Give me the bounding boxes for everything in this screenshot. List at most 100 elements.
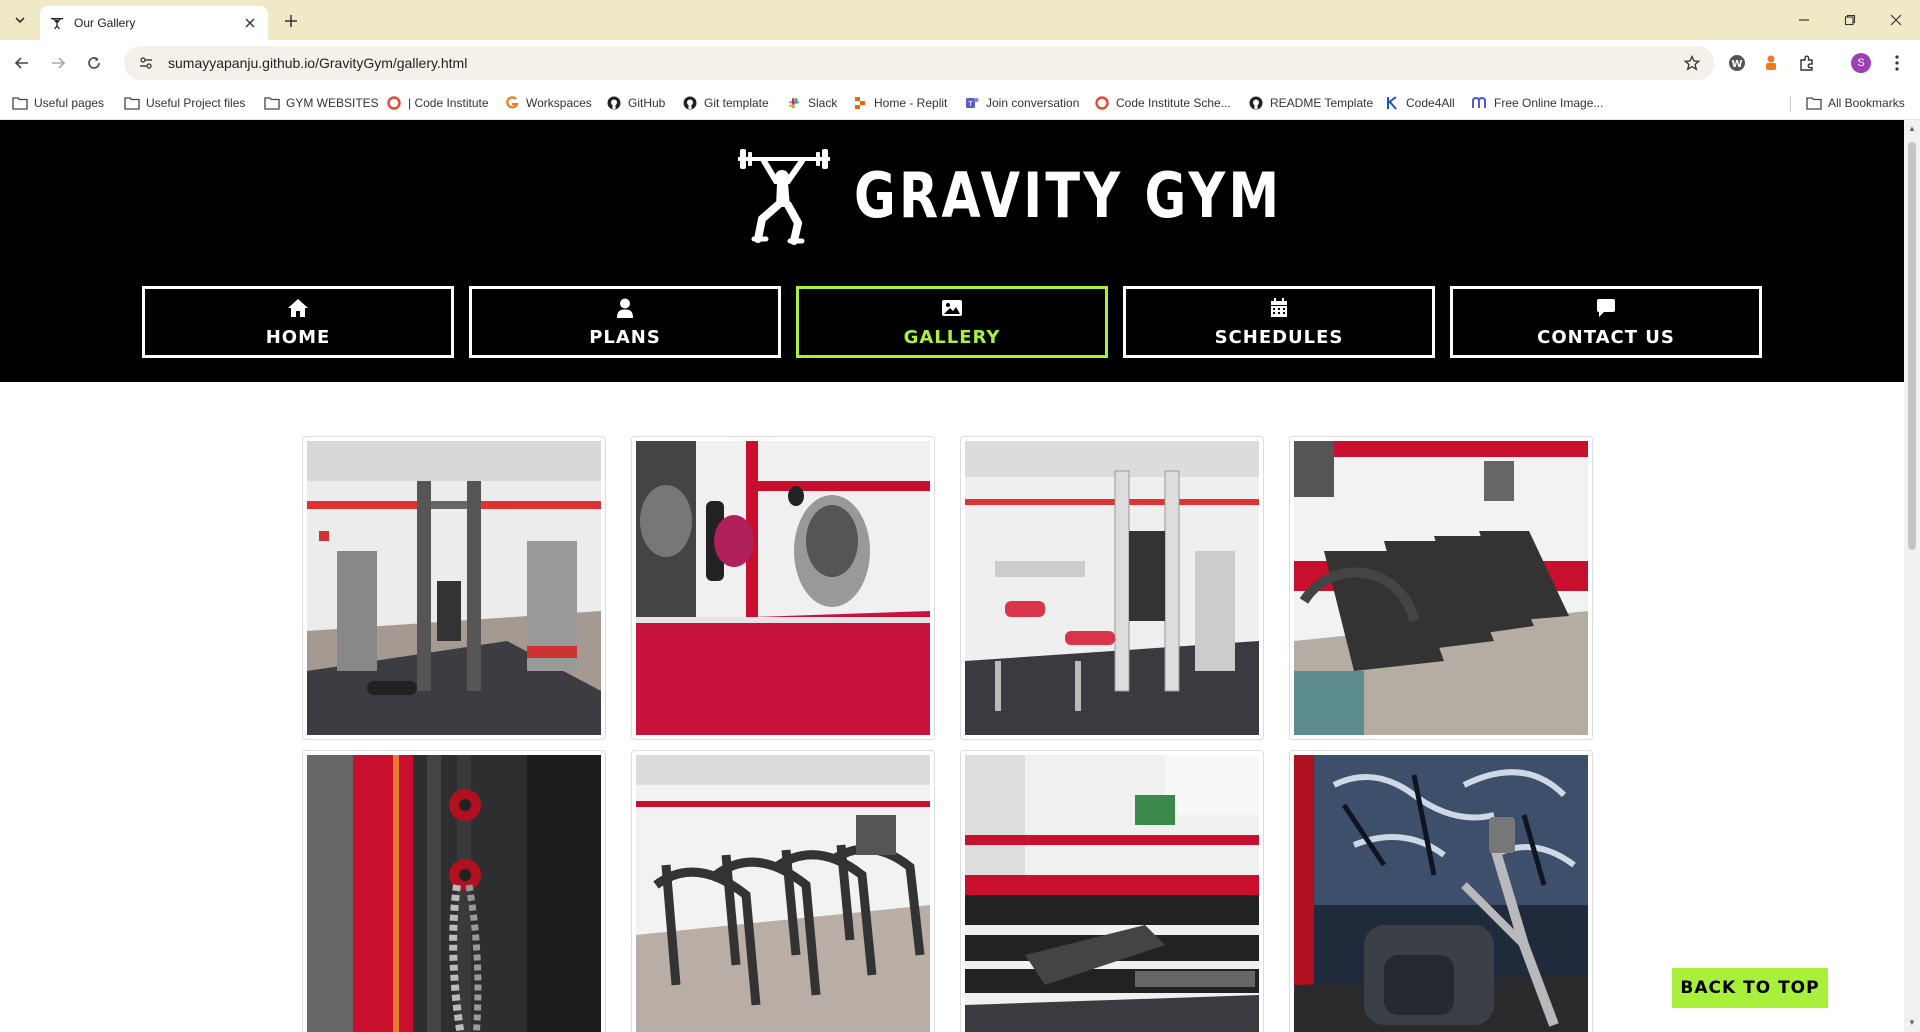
bookmark-label: Git template [704,96,769,110]
gym-machines-floor-photo [307,441,601,735]
stair-climbers-photo [636,755,930,1032]
page-scrollbar[interactable]: ▲ ▼ [1904,120,1920,1032]
site-logo[interactable]: GRAVITY GYM [736,140,1376,250]
arrow-right-icon [52,57,66,69]
code-institute-icon [386,95,402,111]
gallery-image[interactable] [302,436,606,740]
site-title: GRAVITY GYM [854,158,1283,232]
github-icon [606,95,622,111]
browser-tab-bar: Our Gallery [0,0,1920,40]
extensions-puzzle-icon[interactable] [1796,52,1818,74]
gallery-image[interactable] [631,436,935,740]
bookmark-item[interactable]: Useful Project files [124,94,245,112]
extension-orange-icon[interactable] [1760,52,1782,74]
browser-toolbar: sumayyapanju.github.io/GravityGym/galler… [0,40,1920,86]
address-bar[interactable]: sumayyapanju.github.io/GravityGym/galler… [124,46,1714,80]
plus-icon [285,15,297,27]
folder-icon [1806,95,1822,111]
nav-contact-us[interactable]: CONTACT US [1450,286,1762,358]
replit-icon [852,95,868,111]
bookmarks-separator [1790,96,1791,112]
bookmark-label: Code4All [1406,96,1455,110]
profile-avatar[interactable]: S [1850,52,1872,74]
bookmark-label: Workspaces [526,96,592,110]
restore-button[interactable] [1830,8,1870,32]
bookmark-item[interactable]: Code4All [1384,94,1455,112]
folder-icon [124,95,140,111]
bookmark-star-icon[interactable] [1684,55,1700,71]
close-tab-button[interactable] [242,15,258,31]
treadmills-photo [1294,441,1588,735]
bookmark-item[interactable]: GitHub [606,94,665,112]
arrow-left-icon [14,57,28,69]
nav-home[interactable]: HOME [142,286,454,358]
bookmark-label: GitHub [628,96,666,110]
scroll-thumb[interactable] [1908,142,1916,550]
bookmark-item[interactable]: T Join conversation [964,94,1079,112]
image-icon [941,297,963,319]
github-icon [682,95,698,111]
more-vertical-icon [1895,55,1899,71]
code-institute-icon [1094,95,1110,111]
main-nav: HOME PLANS GALLERY SCHEDULES CONTACT US [142,286,1762,358]
gallery-image[interactable] [631,750,935,1032]
close-icon [245,18,255,28]
user-icon [614,297,636,319]
bookmark-item[interactable]: Useful pages [12,94,104,112]
profile-initial: S [1857,57,1865,69]
nav-contact-us-label: CONTACT US [1537,326,1675,348]
weight-machines-photo [965,441,1259,735]
browser-menu-button[interactable] [1886,52,1908,74]
tab-search-button[interactable] [8,8,32,32]
workspaces-icon [504,95,520,111]
bookmark-item[interactable]: Git template [682,94,769,112]
bookmark-item[interactable]: | Code Institute [386,94,489,112]
bookmark-item[interactable]: README Template [1248,94,1373,112]
scroll-up-arrow-icon[interactable]: ▲ [1907,124,1917,134]
weightlifter-favicon-icon [51,18,63,30]
gallery-image[interactable] [302,750,606,1032]
bookmark-item[interactable]: Code Institute Sche... [1094,94,1231,112]
minimize-button[interactable] [1784,8,1824,32]
bookmark-label: Slack [808,96,838,110]
bookmark-item[interactable]: Workspaces [504,94,592,112]
scroll-down-arrow-icon[interactable]: ▼ [1907,1018,1917,1028]
nav-schedules[interactable]: SCHEDULES [1123,286,1435,358]
nav-schedules-label: SCHEDULES [1214,326,1344,348]
bookmark-item[interactable]: Free Online Image... [1472,94,1603,112]
close-icon [1890,14,1902,26]
reload-icon [88,57,100,69]
nav-plans[interactable]: PLANS [469,286,781,358]
bookmark-item[interactable]: GYM WEBSITES [264,94,379,112]
gallery-image[interactable] [960,750,1264,1032]
weightlifter-logo-icon [738,149,830,245]
svg-text:W: W [1731,59,1742,70]
back-button[interactable] [10,51,34,75]
site-header: GRAVITY GYM HOME PLANS GALLERY SCHEDULES… [0,120,1904,382]
graffiti-elliptical-photo [1294,755,1588,1032]
gallery-image[interactable] [1289,436,1593,740]
minimize-icon [1799,19,1809,21]
gallery-image[interactable] [960,436,1264,740]
all-bookmarks-button[interactable]: All Bookmarks [1806,94,1905,112]
image-tool-icon [1472,95,1488,111]
active-tab[interactable]: Our Gallery [40,6,268,40]
new-tab-button[interactable] [280,10,302,32]
back-to-top-button[interactable]: BACK TO TOP [1672,968,1828,1008]
url-text: sumayyapanju.github.io/GravityGym/galler… [168,55,468,71]
nav-gallery[interactable]: GALLERY [796,286,1108,358]
bookmark-item[interactable]: Slack [786,94,837,112]
github-icon [1248,95,1264,111]
reload-button[interactable] [82,51,106,75]
bookmark-label: Code Institute Sche... [1116,96,1231,110]
forward-button[interactable] [46,51,70,75]
gallery-image[interactable] [1289,750,1593,1032]
bookmarks-bar: Useful pages Useful Project files GYM WEBS… [0,86,1920,120]
window-close-button[interactable] [1876,8,1916,32]
home-icon [287,297,309,319]
folder-icon [264,95,280,111]
site-info-icon[interactable] [138,55,154,71]
bookmark-item[interactable]: Home - Replit [852,94,947,112]
bookmark-label: Free Online Image... [1494,96,1604,110]
wordtune-extension-icon[interactable]: W [1726,52,1748,74]
